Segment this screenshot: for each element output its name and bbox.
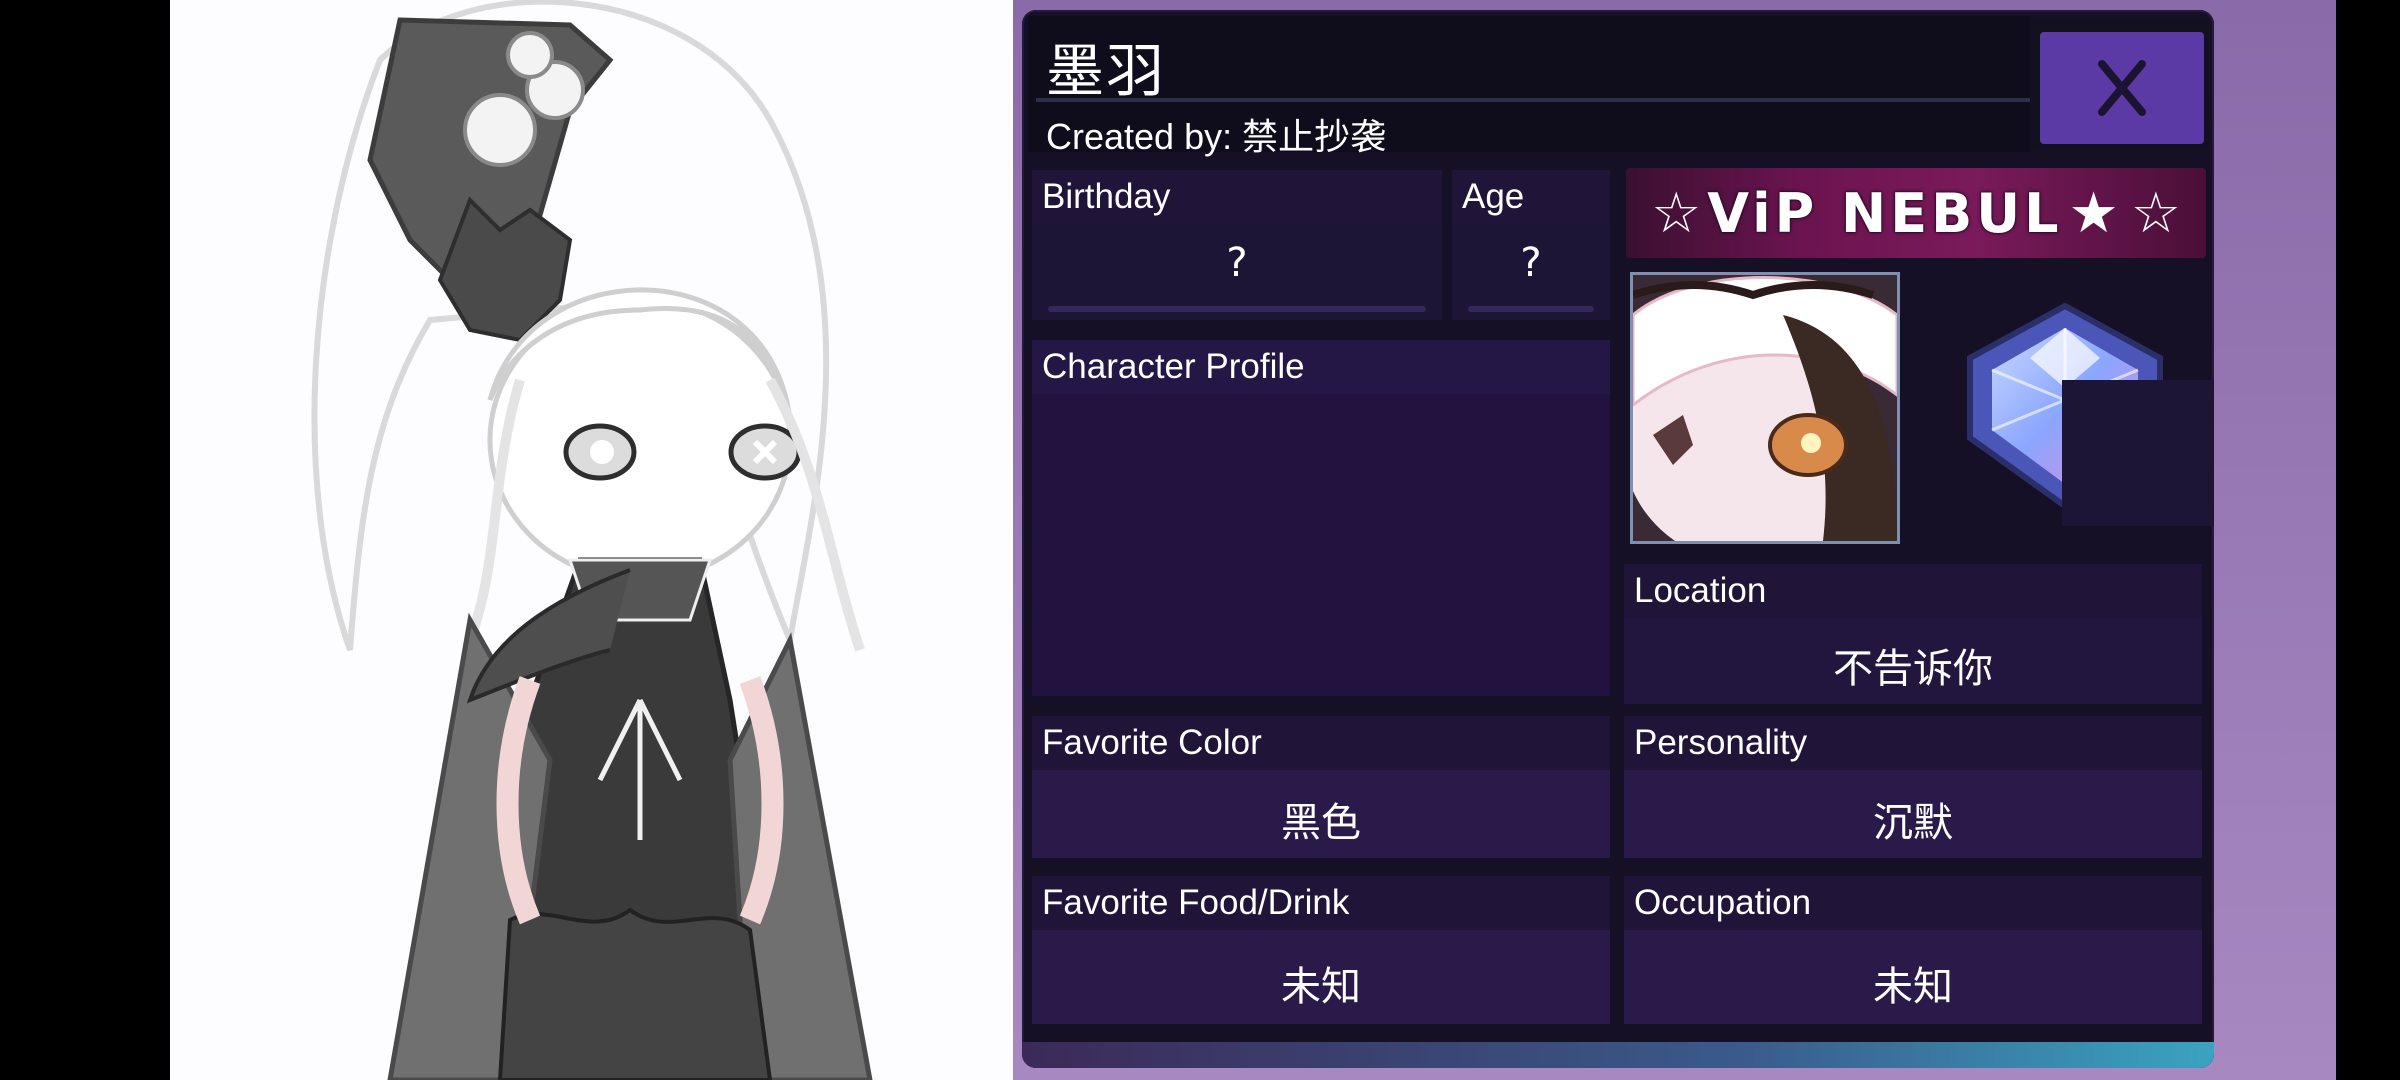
location-value: 不告诉你 [1833,646,1993,692]
close-button[interactable] [2030,20,2210,150]
favorite-food-label: Favorite Food/Drink [1032,876,1610,930]
age-underline [1468,306,1594,312]
personality-field[interactable]: Personality 沉默 [1624,716,2202,858]
birthday-underline [1048,306,1426,312]
birthday-value: ? [1226,240,1248,286]
title-bar: 墨羽 Created by: 禁止抄袭 [1028,16,2030,157]
occupation-value: 未知 [1873,964,1953,1010]
screen-edge [2336,0,2400,1080]
star-icon: ☆ [2130,180,2181,246]
favorite-food-value: 未知 [1281,964,1361,1010]
favorite-color-value: 黑色 [1281,800,1361,846]
age-field[interactable]: Age ? [1452,170,1610,320]
location-field[interactable] [2062,380,2214,526]
location-field[interactable]: Location 不告诉你 [1624,564,2202,704]
created-by-text: Created by: 禁止抄袭 [1046,116,1387,157]
age-value: ? [1520,240,1542,286]
location-label: Location [1624,564,2202,618]
character-preview-area [170,0,1015,1080]
occupation-field[interactable]: Occupation 未知 [1624,876,2202,1024]
title-divider [1036,98,2030,102]
character-profile-field[interactable]: Character Profile [1032,340,1610,696]
vip-badge-text: ViP NEBUL [1707,181,2063,245]
favorite-color-field[interactable]: Favorite Color 黑色 [1032,716,1610,858]
birthday-field[interactable]: Birthday ? [1032,170,1442,320]
vip-nebula-badge: ☆ ViP NEBUL ★ ☆ [1626,168,2206,258]
character-name: 墨羽 [1046,37,1167,105]
favorite-food-field[interactable]: Favorite Food/Drink 未知 [1032,876,1610,1024]
star-icon: ★ [2068,180,2119,246]
character-figure [311,0,873,1080]
portrait-image [1633,275,1897,541]
favorite-color-label: Favorite Color [1032,716,1610,770]
character-profile-label: Character Profile [1032,340,1610,394]
star-icon: ☆ [1651,180,1702,246]
age-label: Age [1452,170,1610,224]
personality-value: 沉默 [1873,800,1953,846]
close-button-face[interactable] [2040,32,2204,144]
panel-footer [1022,1042,2214,1068]
character-portrait[interactable] [1630,272,1900,544]
birthday-label: Birthday [1032,170,1442,224]
character-info-panel: 墨羽 Created by: 禁止抄袭 Birthday ? Age ? Cha… [1022,10,2214,1068]
close-icon [2098,60,2146,116]
personality-label: Personality [1624,716,2202,770]
occupation-label: Occupation [1624,876,2202,930]
